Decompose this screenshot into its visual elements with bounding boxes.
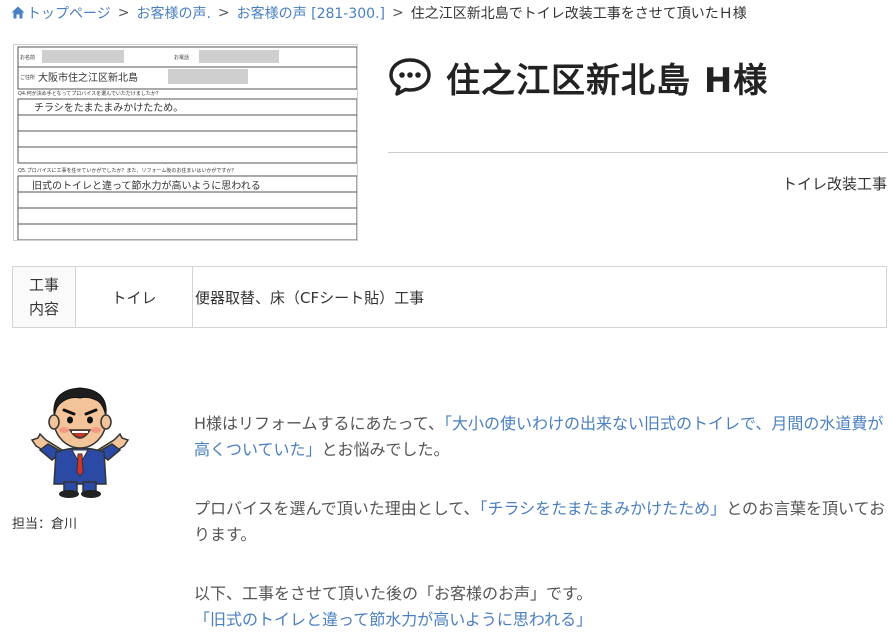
intro-text: H様はリフォームするにあたって、 — [194, 414, 444, 433]
breadcrumb-level1-link[interactable]: お客様の声. — [136, 3, 210, 23]
table-description-cell: 便器取替、床（CFシート貼）工事 — [192, 266, 887, 328]
survey-q5-label: Q5.プロバイスに工事を任せていかがでしたか？また、リフォーム後のお住まいはいか… — [18, 167, 236, 174]
customer-voice-quote: 「旧式のトイレと違って節水力が高いように思われる」 — [194, 610, 593, 629]
intro-paragraph: H様はリフォームするにあたって、「大小の使いわけの出来ない旧式のトイレで、月間の… — [194, 411, 888, 463]
customer-survey-image: お名前 お電話 ご住所 大阪市住之江区新北島 Q4.何が決め手となってプロバイス… — [13, 44, 358, 241]
voice-intro-text: 以下、工事をさせて頂いた後の「お客様のお声」です。 — [194, 584, 593, 603]
reason-text: プロバイスを選んで頂いた理由として、 — [194, 499, 480, 518]
breadcrumb-level2-link[interactable]: お客様の声 [281-300.] — [237, 3, 385, 23]
survey-name-label: お名前 — [20, 54, 35, 61]
survey-address-label: ご住所 — [20, 74, 35, 81]
survey-q5-handwriting: 旧式のトイレと違って節水力が高いように思われる — [32, 179, 261, 192]
breadcrumb-separator: > — [217, 5, 230, 21]
voice-paragraph: 以下、工事をさせて頂いた後の「お客様のお声」です。 「旧式のトイレと違って節水力… — [194, 581, 888, 633]
staff-name-label: 担当：倉川 — [12, 517, 78, 532]
breadcrumb: トップページ > お客様の声. > お客様の声 [281-300.] > 住之江… — [11, 3, 747, 23]
page-heading: 住之江区新北島 H様 — [388, 50, 888, 104]
breadcrumb-current: 住之江区新北島でトイレ改装工事をさせて頂いたＨ様 — [410, 6, 747, 22]
breadcrumb-separator: > — [391, 5, 404, 21]
table-header-line2: 内容 — [28, 300, 59, 318]
breadcrumb-separator: > — [117, 5, 130, 21]
table-header-cell: 工事 内容 — [12, 266, 76, 328]
survey-q4-label: Q4.何が決め手となってプロバイスを選んでいただけましたか？ — [18, 90, 161, 97]
staff-avatar — [30, 387, 130, 498]
survey-tel-label: お電話 — [174, 54, 189, 61]
title-divider — [388, 152, 888, 153]
testimonial-body: H様はリフォームするにあたって、「大小の使いわけの出来ない旧式のトイレで、月間の… — [194, 411, 888, 633]
survey-address-handwriting: 大阪市住之江区新北島 — [38, 71, 138, 84]
table-row: 工事 内容 トイレ 便器取替、床（CFシート貼）工事 — [12, 266, 887, 328]
breadcrumb-home-label: トップページ — [27, 6, 111, 22]
intro-text-end: とお悩みでした。 — [321, 440, 450, 459]
survey-sheet-drawing: お名前 お電話 ご住所 大阪市住之江区新北島 Q4.何が決め手となってプロバイス… — [17, 46, 357, 240]
home-icon — [11, 6, 25, 19]
table-header-line1: 工事 — [28, 276, 59, 294]
work-details-table: 工事 内容 トイレ 便器取替、床（CFシート貼）工事 — [12, 266, 887, 328]
speech-bubble-icon — [389, 58, 431, 96]
work-type-label: トイレ改装工事 — [781, 175, 887, 193]
breadcrumb-home-link[interactable]: トップページ — [11, 3, 111, 23]
table-category-cell: トイレ — [75, 266, 193, 328]
page-title: 住之江区新北島 H様 — [446, 60, 769, 101]
reason-quote: 「チラシをたまたまみかけたため」 — [479, 499, 727, 518]
survey-q4-handwriting: チラシをたまたまみかけたため。 — [34, 102, 183, 114]
reason-paragraph: プロバイスを選んで頂いた理由として、「チラシをたまたまみかけたため」とのお言葉を… — [194, 496, 888, 548]
